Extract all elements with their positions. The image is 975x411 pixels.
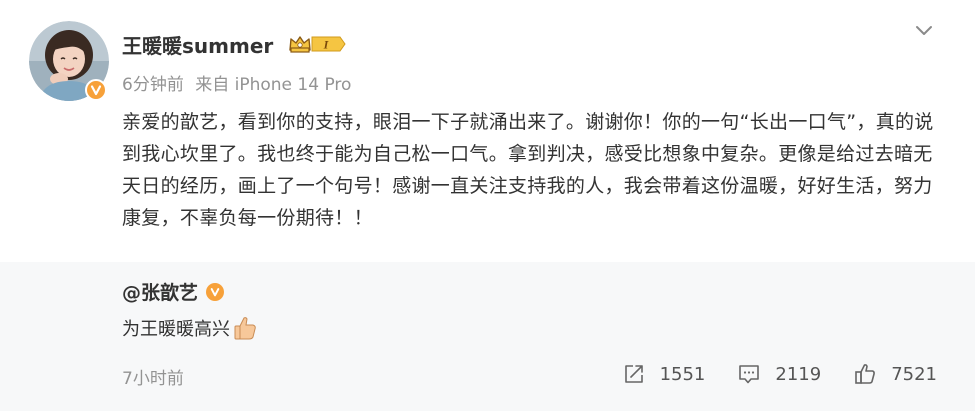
post-body-text: 亲爱的歆艺，看到你的支持，眼泪一下子就涌出来了。谢谢你！你的一句“长出一口气”，… — [122, 111, 934, 229]
thumbs-up-icon — [855, 364, 876, 384]
comment-icon — [739, 365, 760, 384]
chevron-down-icon — [916, 26, 932, 35]
retweet-text-line: 为王暖暖高兴 — [122, 315, 258, 341]
action-bar: 1551 2119 7521 — [590, 362, 937, 386]
retweet-author-name[interactable]: @张歆艺 — [122, 278, 198, 305]
share-button[interactable]: 1551 — [622, 362, 706, 386]
like-button[interactable]: 7521 — [853, 362, 937, 386]
author-name[interactable]: 王暖暖summer — [122, 30, 273, 59]
verified-icon — [206, 282, 225, 301]
like-count: 7521 — [891, 363, 937, 385]
weibo-post: 王暖暖summer I 6分钟前 来自 iPhone 14 Pro 亲爱的歆艺，… — [0, 0, 975, 411]
retweet-box[interactable]: @张歆艺 为王暖暖高兴 7小时前 1551 2119 7521 — [0, 262, 975, 411]
vip-level-badge-icon[interactable]: I — [288, 33, 348, 55]
retweet-author-link[interactable]: @张歆艺 — [122, 278, 225, 305]
author-avatar-wrap[interactable] — [29, 21, 109, 101]
retweet-text: 为王暖暖高兴 — [122, 319, 230, 340]
retweet-time[interactable]: 7小时前 — [122, 364, 184, 389]
comment-count: 2119 — [775, 363, 822, 385]
post-source: 来自 iPhone 14 Pro — [195, 75, 352, 95]
thumbs-up-emoji-icon — [234, 317, 256, 340]
verified-icon — [85, 79, 107, 101]
share-count: 1551 — [659, 363, 706, 385]
more-menu-button[interactable] — [912, 19, 936, 43]
share-icon — [624, 365, 643, 383]
post-meta: 6分钟前 来自 iPhone 14 Pro — [122, 70, 357, 95]
post-time[interactable]: 6分钟前 — [122, 75, 184, 95]
comment-button[interactable]: 2119 — [737, 362, 821, 386]
